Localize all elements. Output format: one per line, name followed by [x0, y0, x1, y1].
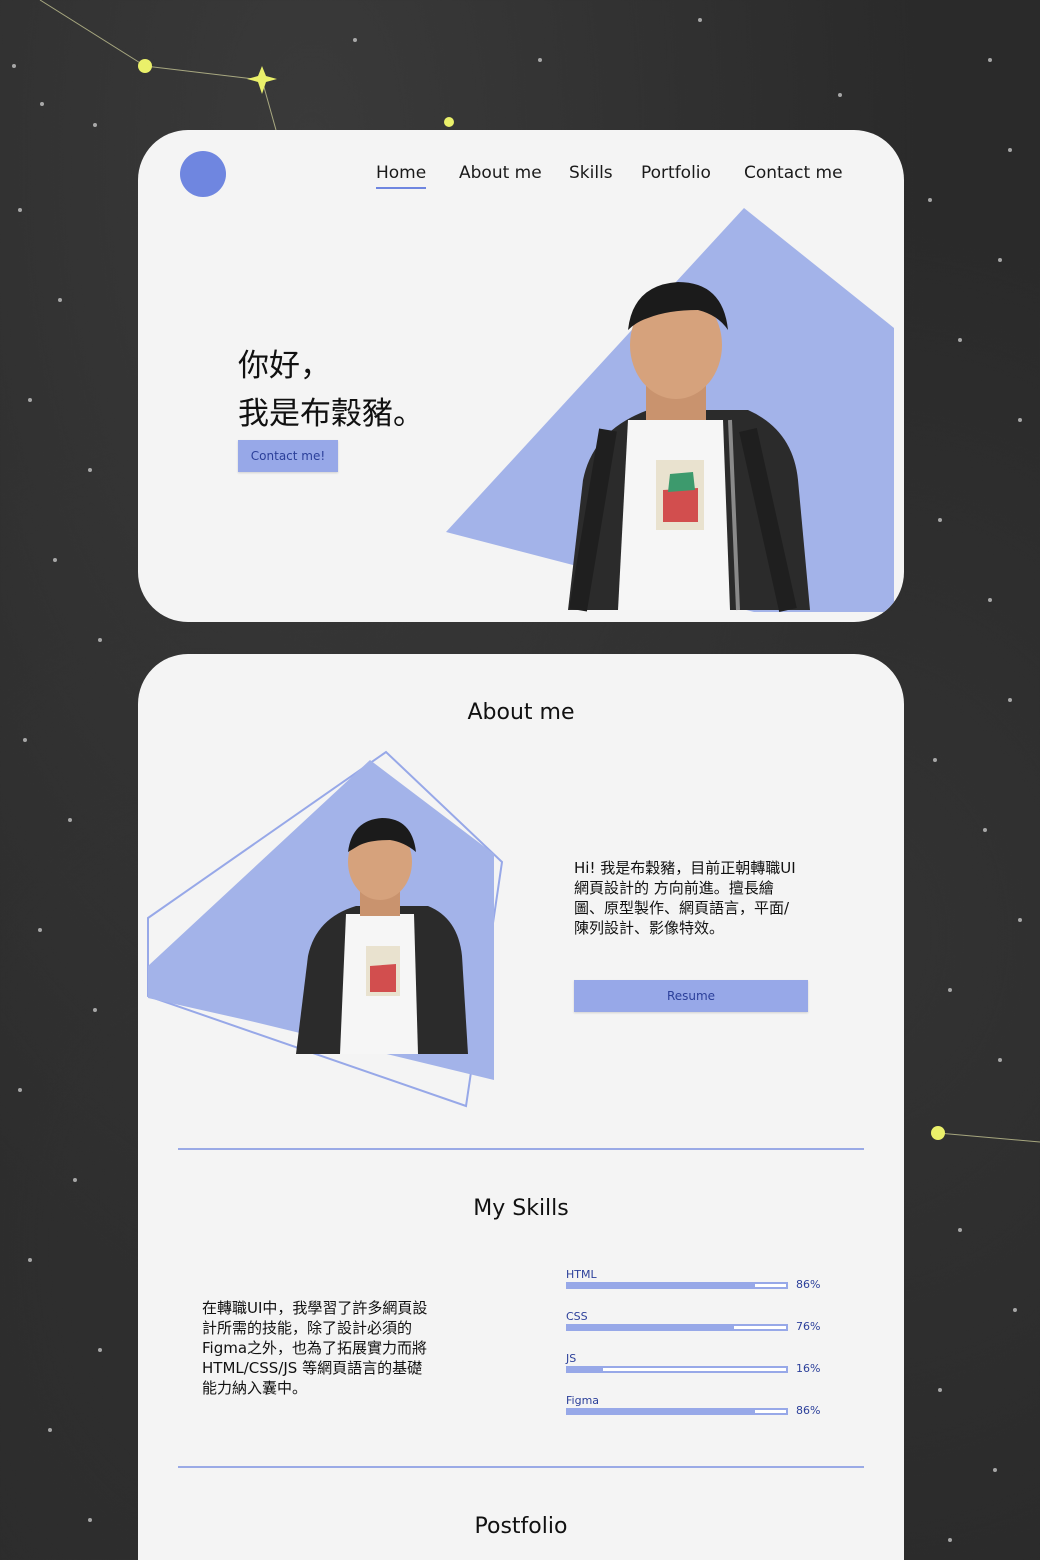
skill-name: HTML	[566, 1268, 597, 1281]
skill-bar-fill	[568, 1410, 756, 1413]
skills-text-line: HTML/CSS/JS 等網頁語言的基礎	[202, 1359, 423, 1377]
skill-html: HTML 86%	[566, 1268, 826, 1302]
hero-line-1: 你好，	[238, 348, 331, 384]
skill-name: JS	[566, 1352, 577, 1365]
about-photo	[147, 750, 504, 1108]
about-text: Hi! 我是布穀豬，目前正朝轉職UI 網頁設計的 方向前進。擅長繪 圖、原型製作…	[574, 858, 814, 938]
skill-bar	[566, 1408, 788, 1415]
skill-percent: 16%	[796, 1362, 821, 1375]
about-text-line: Hi! 我是布穀豬，目前正朝轉職UI	[574, 859, 796, 877]
skills-text-line: 在轉職UI中，我學習了許多網頁設	[202, 1299, 428, 1317]
divider	[178, 1148, 864, 1150]
skill-percent: 86%	[796, 1404, 821, 1417]
divider	[178, 1466, 864, 1468]
skill-bar	[566, 1282, 788, 1289]
skill-js: JS 16%	[566, 1352, 826, 1386]
skills-text-line: Figma之外，也為了拓展實力而將	[202, 1339, 428, 1357]
skill-bar-fill	[568, 1284, 756, 1287]
nav-home[interactable]: Home	[376, 163, 427, 189]
nav-contact[interactable]: Contact me	[744, 163, 843, 183]
portfolio-title: Postfolio	[474, 1514, 568, 1539]
skill-bar-fill	[568, 1326, 734, 1329]
skills-text-line: 計所需的技能，除了設計必須的	[202, 1319, 413, 1337]
about-text-line: 圖、原型製作、網頁語言，平面/	[574, 899, 790, 917]
skills-title: My Skills	[473, 1196, 569, 1221]
skill-percent: 76%	[796, 1320, 821, 1333]
skill-bar-fill	[568, 1368, 603, 1371]
about-text-line: 陳列設計、影像特效。	[574, 919, 725, 937]
nav-skills[interactable]: Skills	[569, 163, 613, 183]
skill-name: CSS	[566, 1310, 588, 1323]
skill-bar	[566, 1366, 788, 1373]
skill-css: CSS 76%	[566, 1310, 826, 1344]
resume-button[interactable]: Resume	[574, 980, 808, 1012]
hero-photo	[446, 208, 894, 612]
contact-me-button[interactable]: Contact me!	[238, 440, 338, 472]
skill-bar	[566, 1324, 788, 1331]
hero-line-2: 我是布穀豬。	[238, 396, 424, 432]
skill-percent: 86%	[796, 1278, 821, 1291]
hero-card: Home About me Skills Portfolio Contact m…	[138, 130, 904, 622]
skills-text: 在轉職UI中，我學習了許多網頁設 計所需的技能，除了設計必須的 Figma之外，…	[202, 1298, 462, 1398]
hero-greeting: 你好， 我是布穀豬。	[238, 342, 424, 438]
nav-about[interactable]: About me	[459, 163, 542, 183]
about-title: About me	[467, 700, 575, 725]
about-text-line: 網頁設計的 方向前進。擅長繪	[574, 879, 774, 897]
skills-text-line: 能力納入囊中。	[202, 1379, 308, 1397]
nav-portfolio[interactable]: Portfolio	[641, 163, 711, 183]
main-card: About me Hi! 我是布穀豬，目前正朝轉職UI 網頁設計的 方向前進。擅…	[138, 654, 904, 1560]
top-nav: Home About me Skills Portfolio Contact m…	[138, 163, 904, 193]
skill-name: Figma	[566, 1394, 600, 1407]
skill-figma: Figma 86%	[566, 1394, 826, 1428]
